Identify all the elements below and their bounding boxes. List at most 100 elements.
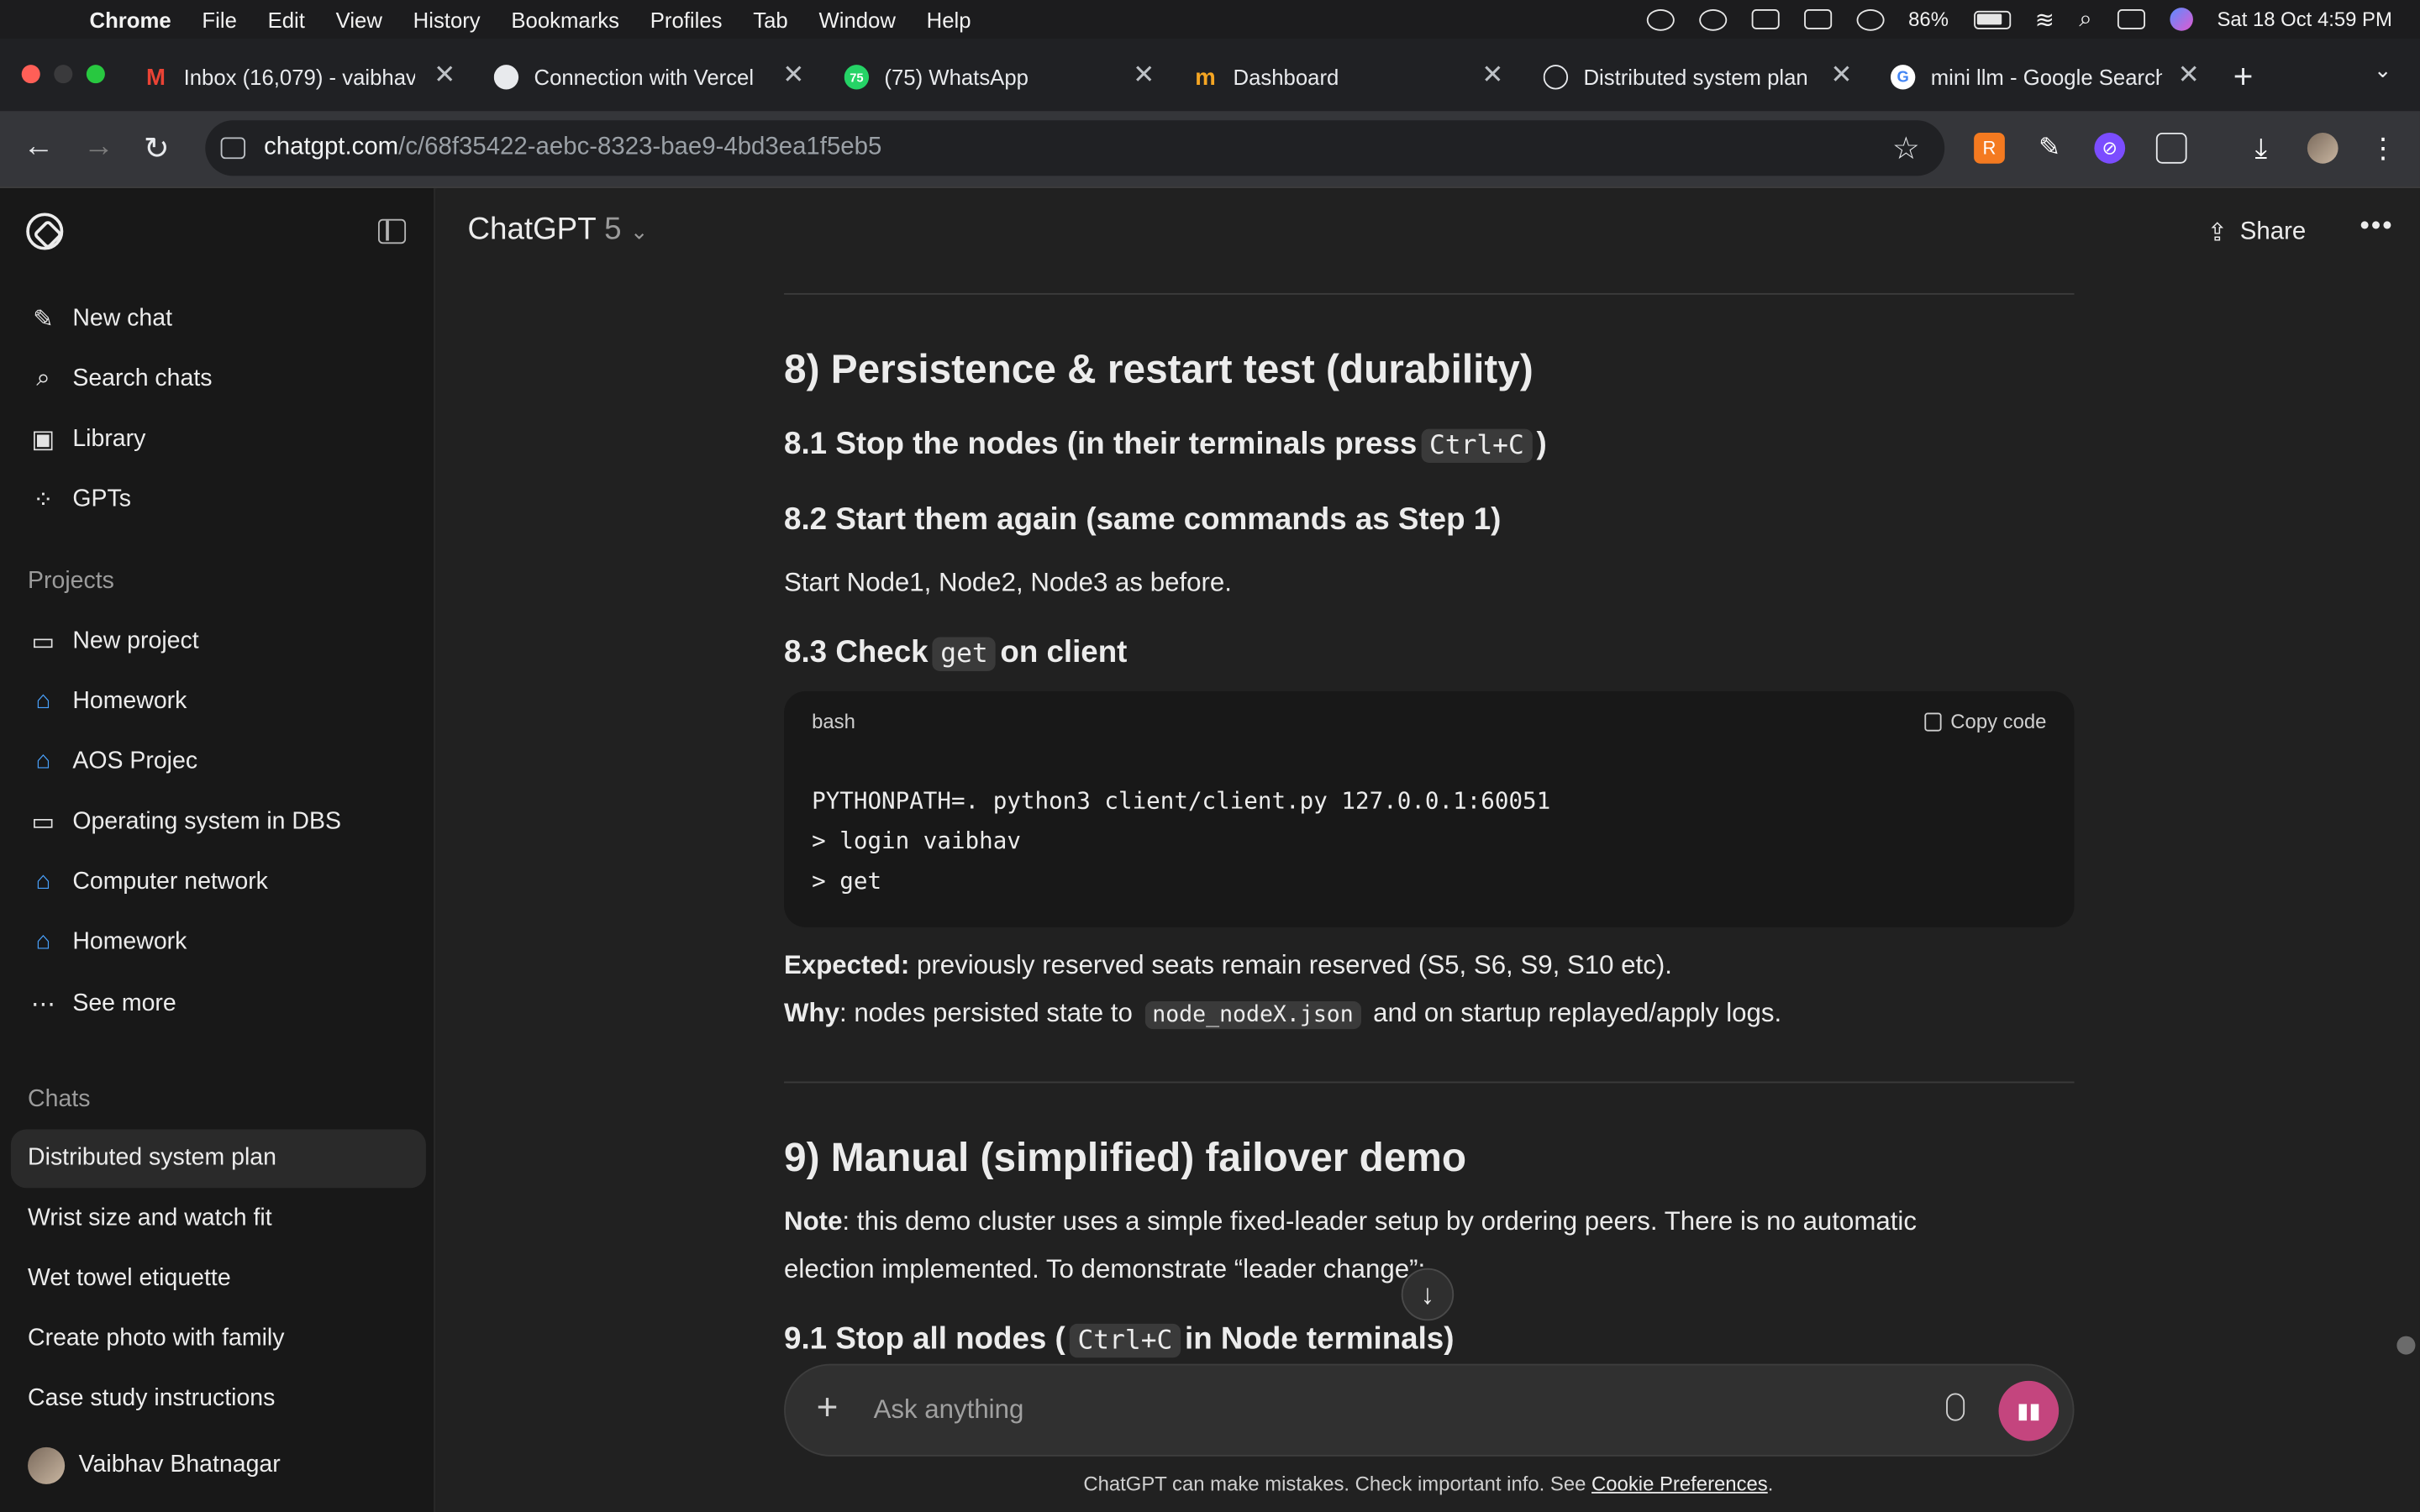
menu-file[interactable]: File [202,7,236,31]
spotlight-search-icon[interactable]: ⌕ [2079,6,2091,32]
sidebar-item-library[interactable]: ▣ Library [11,411,426,470]
model-selector[interactable]: ChatGPT 5 ⌄ [468,213,649,248]
close-icon[interactable]: ✕ [782,60,804,92]
menu-help[interactable]: Help [927,7,971,31]
user-name: Vaibhav Bhatnagar [78,1452,281,1478]
caption-icon[interactable] [1750,9,1779,29]
more-options-icon[interactable]: ••• [2360,210,2393,243]
mute-icon[interactable] [1803,9,1832,29]
tab-google-search[interactable]: G mini llm - Google Search [1890,54,2162,100]
zoom-window-button[interactable] [86,65,105,84]
chrome-menu-icon[interactable]: ⋮ [2367,132,2398,164]
graduation-cap-icon: ⌂ [35,688,51,715]
heading-section-8: 8) Persistence & restart test (durabilit… [784,345,1534,392]
menu-tab[interactable]: Tab [753,7,787,31]
copy-code-button[interactable]: Copy code [1924,709,2047,733]
extension-icon[interactable]: R [1974,132,2005,164]
sidebar-item-operating-system[interactable]: ▭ Operating system in DBS [11,793,426,852]
copy-label: Copy code [1950,709,2047,733]
microphone-icon[interactable] [1946,1393,1965,1421]
menu-chrome[interactable]: Chrome [90,7,171,31]
user-circle-icon[interactable] [1855,8,1884,30]
address-bar[interactable]: chatgpt.com/c/68f35422-aebc-8323-bae9-4b… [205,120,1945,176]
reload-button[interactable]: ↻ [144,129,170,168]
bookmark-star-icon[interactable]: ☆ [1892,129,1920,168]
chat-item-distributed-system-plan[interactable]: Distributed system plan [10,1129,426,1189]
sidebar-item-homework-2[interactable]: ⌂ Homework [11,913,426,972]
share-button[interactable]: ⇪ Share [2207,218,2306,249]
close-icon[interactable]: ✕ [2178,60,2200,92]
tab-distributed-system-plan[interactable]: Distributed system plan [1543,54,1822,100]
whatsapp-icon: 75 [844,65,870,90]
menu-bookmarks[interactable]: Bookmarks [511,7,619,31]
profile-avatar[interactable] [2307,132,2338,164]
sidebar-toggle-icon[interactable] [377,218,407,244]
menu-profiles[interactable]: Profiles [650,7,723,31]
siri-icon[interactable] [2169,8,2193,31]
minimize-window-button[interactable] [54,65,73,84]
menu-view[interactable]: View [336,7,382,31]
sidebar-item-homework[interactable]: ⌂ Homework [11,673,426,732]
browser-tab-strip: M Inbox (16,079) - vaibhav ✕ Connection … [0,38,2420,112]
wifi-icon[interactable]: ≋ [2035,5,2054,33]
chat-item-wrist-size[interactable]: Wrist size and watch fit [11,1189,426,1248]
tab-gmail[interactable]: M Inbox (16,079) - vaibhav [144,54,415,100]
tab-github[interactable]: Connection with Vercel [493,54,772,100]
battery-icon[interactable] [1973,9,2011,29]
menu-window[interactable]: Window [818,7,895,31]
sidebar-item-search-chats[interactable]: ⌕ Search chats [11,350,426,409]
chat-item-wet-towel[interactable]: Wet towel etiquette [11,1250,426,1309]
voice-mode-button[interactable]: ▮▮ [1998,1380,2060,1441]
close-icon[interactable]: ✕ [1481,60,1503,92]
scroll-to-bottom-button[interactable]: ↓ [1401,1268,1455,1321]
prompt-input[interactable]: Ask anything [874,1394,1024,1425]
scrollbar-thumb[interactable] [2396,1336,2416,1355]
menu-edit[interactable]: Edit [268,7,305,31]
clock[interactable]: Sat 18 Oct 4:59 PM [2217,8,2392,31]
graduation-cap-icon: ⌂ [35,928,51,955]
sidebar-item-gpts[interactable]: ⁘ GPTs [11,470,426,529]
heading-9-1: 9.1 Stop all nodes ( Ctrl+C in Node term… [784,1322,1454,1357]
cookie-preferences-link[interactable]: Cookie Preferences [1591,1472,1768,1495]
tab-dashboard[interactable]: m Dashboard [1193,54,1471,100]
control-center-icon[interactable] [2117,9,2145,29]
tab-whatsapp[interactable]: 75 (75) WhatsApp [844,54,1123,100]
close-icon[interactable]: ✕ [1830,60,1852,92]
sidebar-item-label: Homework [72,928,187,955]
sidebar-item-new-chat[interactable]: ✎ New chat [11,290,426,349]
gmail-icon: M [146,64,166,91]
forward-button[interactable]: → [83,129,114,165]
share-label: Share [2239,218,2307,246]
eyedropper-extension-icon[interactable]: ✎ [2034,133,2065,164]
chat-item-case-study[interactable]: Case study instructions [11,1370,426,1429]
sidebar-item-label: GPTs [72,486,131,512]
why-text: : nodes persisted state to [839,998,1133,1028]
window-controls [21,65,105,84]
site-info-icon[interactable] [220,137,246,160]
menu-history[interactable]: History [413,7,481,31]
tab-title: Distributed system plan [1583,65,1808,90]
close-icon[interactable]: ✕ [434,60,455,92]
back-button[interactable]: ← [24,129,55,165]
download-icon[interactable]: ⤓ [2245,132,2276,164]
sidebar-item-label: Computer network [72,869,268,895]
inline-code: get [933,636,996,671]
play-icon[interactable] [1698,8,1727,30]
blocker-extension-icon[interactable]: ⊘ [2094,132,2126,164]
tray-app-icon[interactable] [1645,8,1674,30]
user-profile[interactable]: Vaibhav Bhatnagar [28,1446,281,1484]
close-window-button[interactable] [21,65,40,84]
extensions-puzzle-icon[interactable] [2155,132,2187,164]
tab-search-chevron-icon[interactable]: ⌄ [2374,57,2392,83]
sidebar-item-see-more[interactable]: ⋯ See more [11,975,426,1034]
chat-item-create-photo[interactable]: Create photo with family [11,1310,426,1368]
openai-logo-icon[interactable] [26,213,64,250]
chat-title: Distributed system plan [28,1144,276,1172]
sidebar-item-aos-projec[interactable]: ⌂ AOS Projec [11,732,426,791]
heading-8-2: 8.2 Start them again (same commands as S… [784,502,1502,538]
new-tab-button[interactable]: + [2233,57,2254,97]
add-attachment-button[interactable]: + [817,1387,839,1430]
close-icon[interactable]: ✕ [1133,60,1155,92]
sidebar-item-computer-network[interactable]: ⌂ Computer network [11,853,426,912]
sidebar-item-new-project[interactable]: ▭ New project [11,612,426,671]
